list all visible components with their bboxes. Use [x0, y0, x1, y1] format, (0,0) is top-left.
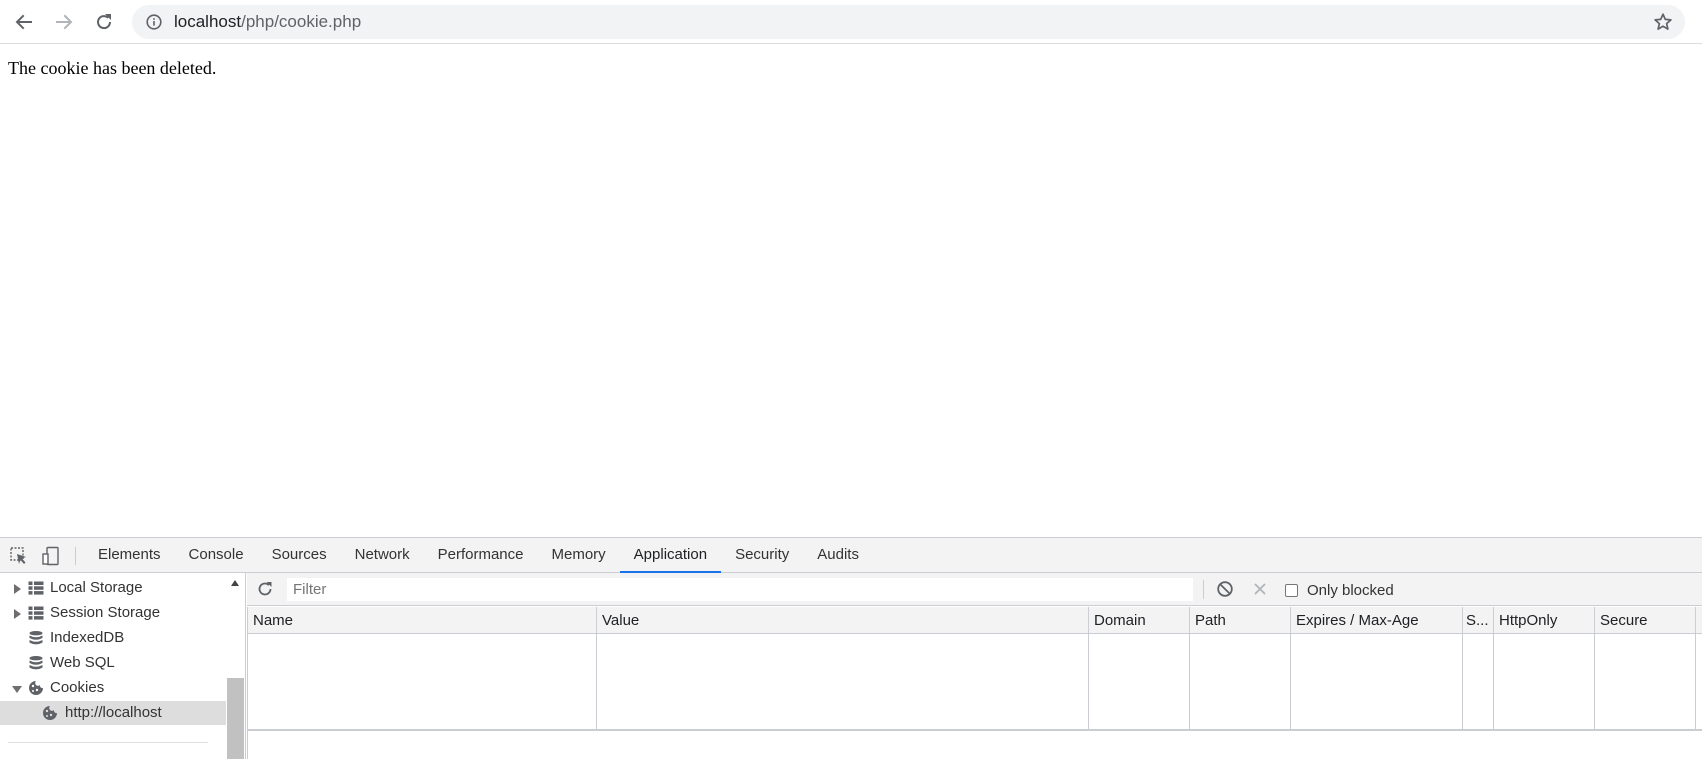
reload-button[interactable] — [89, 8, 119, 36]
toolbar-separator — [1203, 580, 1204, 599]
sidebar-item-session-storage[interactable]: Session Storage — [0, 601, 226, 625]
table-left-border — [247, 607, 248, 759]
tab-security[interactable]: Security — [721, 538, 803, 573]
cookies-toolbar: Only blocked — [247, 573, 1702, 606]
sidebar-item-label: Local Storage — [50, 579, 143, 596]
application-sidebar: Local Storage Session Storage IndexedDB — [0, 573, 246, 759]
back-button[interactable] — [9, 8, 39, 36]
expand-arrow-icon[interactable] — [14, 584, 21, 594]
sidebar-item-label: Session Storage — [50, 604, 161, 621]
cookies-panel: Only blocked Name Value Domain Path Expi… — [247, 573, 1702, 759]
devtools-tabs: Elements Console Sources Network Perform… — [84, 538, 873, 573]
url-text[interactable]: localhost/php/cookie.php — [174, 12, 361, 32]
devtools-tabbar: Elements Console Sources Network Perform… — [0, 538, 1702, 573]
column-header-httponly[interactable]: HttpOnly — [1493, 607, 1594, 634]
page-viewport: The cookie has been deleted. — [0, 45, 1702, 537]
column-divider — [1290, 607, 1291, 729]
grid-icon — [28, 606, 44, 620]
forward-button[interactable] — [49, 8, 79, 36]
column-divider — [1594, 607, 1595, 729]
tab-application[interactable]: Application — [619, 538, 722, 573]
sidebar-item-localhost-cookies[interactable]: http://localhost — [0, 701, 226, 725]
sidebar-item-indexeddb[interactable]: IndexedDB — [0, 626, 226, 650]
cookie-icon — [29, 681, 43, 695]
sidebar-item-label: http://localhost — [65, 704, 162, 721]
column-header-value[interactable]: Value — [596, 607, 1088, 634]
sidebar-item-local-storage[interactable]: Local Storage — [0, 576, 226, 600]
only-blocked-label: Only blocked — [1307, 581, 1394, 599]
browser-toolbar: localhost/php/cookie.php — [0, 0, 1702, 44]
sidebar-scroll-up-arrow[interactable] — [231, 580, 239, 586]
sidebar-divider — [8, 742, 208, 743]
sidebar-scrollbar[interactable] — [227, 678, 244, 759]
refresh-icon[interactable] — [256, 580, 274, 598]
inspect-element-icon[interactable] — [9, 546, 29, 566]
column-header-name[interactable]: Name — [247, 607, 596, 634]
star-icon[interactable] — [1653, 12, 1673, 32]
collapse-arrow-icon[interactable] — [12, 686, 22, 693]
tab-elements[interactable]: Elements — [84, 538, 175, 573]
column-divider — [1462, 607, 1463, 729]
arrow-right-icon — [56, 14, 73, 30]
info-icon[interactable] — [146, 14, 162, 30]
cookies-table-header: Name Value Domain Path Expires / Max-Age… — [247, 607, 1702, 634]
cookies-table: Name Value Domain Path Expires / Max-Age… — [247, 607, 1702, 759]
table-body-bottom-border — [247, 729, 1702, 731]
filter-input[interactable] — [287, 578, 1193, 601]
column-divider — [1695, 607, 1696, 729]
cookie-icon — [43, 706, 57, 720]
grid-icon — [28, 581, 44, 595]
tab-sources[interactable]: Sources — [258, 538, 341, 573]
tab-audits[interactable]: Audits — [803, 538, 873, 573]
column-header-size[interactable]: S... — [1462, 607, 1493, 634]
tab-console[interactable]: Console — [175, 538, 258, 573]
tabbar-separator — [75, 547, 76, 565]
sidebar-item-cookies[interactable]: Cookies — [0, 676, 226, 700]
database-icon — [29, 656, 43, 670]
column-divider — [1493, 607, 1494, 729]
checkbox-box[interactable] — [1285, 583, 1298, 597]
tab-performance[interactable]: Performance — [424, 538, 538, 573]
column-header-secure[interactable]: Secure — [1594, 607, 1695, 634]
device-toolbar-icon[interactable] — [41, 546, 61, 566]
sidebar-item-label: Cookies — [50, 679, 105, 696]
devtools-panel: Elements Console Sources Network Perform… — [0, 537, 1702, 759]
clear-all-icon[interactable] — [1216, 580, 1234, 598]
tab-memory[interactable]: Memory — [538, 538, 620, 573]
delete-selected-icon[interactable] — [1251, 580, 1269, 598]
arrow-left-icon — [15, 14, 32, 30]
page-message: The cookie has been deleted. — [8, 58, 217, 78]
reload-icon — [97, 14, 112, 30]
tab-network[interactable]: Network — [341, 538, 424, 573]
column-divider — [1088, 607, 1089, 729]
column-header-expires[interactable]: Expires / Max-Age — [1290, 607, 1462, 634]
column-divider — [1189, 607, 1190, 729]
sidebar-item-label: Web SQL — [50, 654, 115, 671]
only-blocked-checkbox[interactable]: Only blocked — [1285, 579, 1394, 601]
column-header-path[interactable]: Path — [1189, 607, 1290, 634]
sidebar-item-label: IndexedDB — [50, 629, 125, 646]
address-bar[interactable]: localhost/php/cookie.php — [132, 5, 1685, 39]
url-path: /php/cookie.php — [241, 12, 362, 31]
database-icon — [29, 631, 43, 645]
column-header-domain[interactable]: Domain — [1088, 607, 1189, 634]
sidebar-item-web-sql[interactable]: Web SQL — [0, 651, 226, 675]
url-host: localhost — [174, 12, 242, 31]
expand-arrow-icon[interactable] — [14, 609, 21, 619]
column-divider — [596, 607, 597, 729]
